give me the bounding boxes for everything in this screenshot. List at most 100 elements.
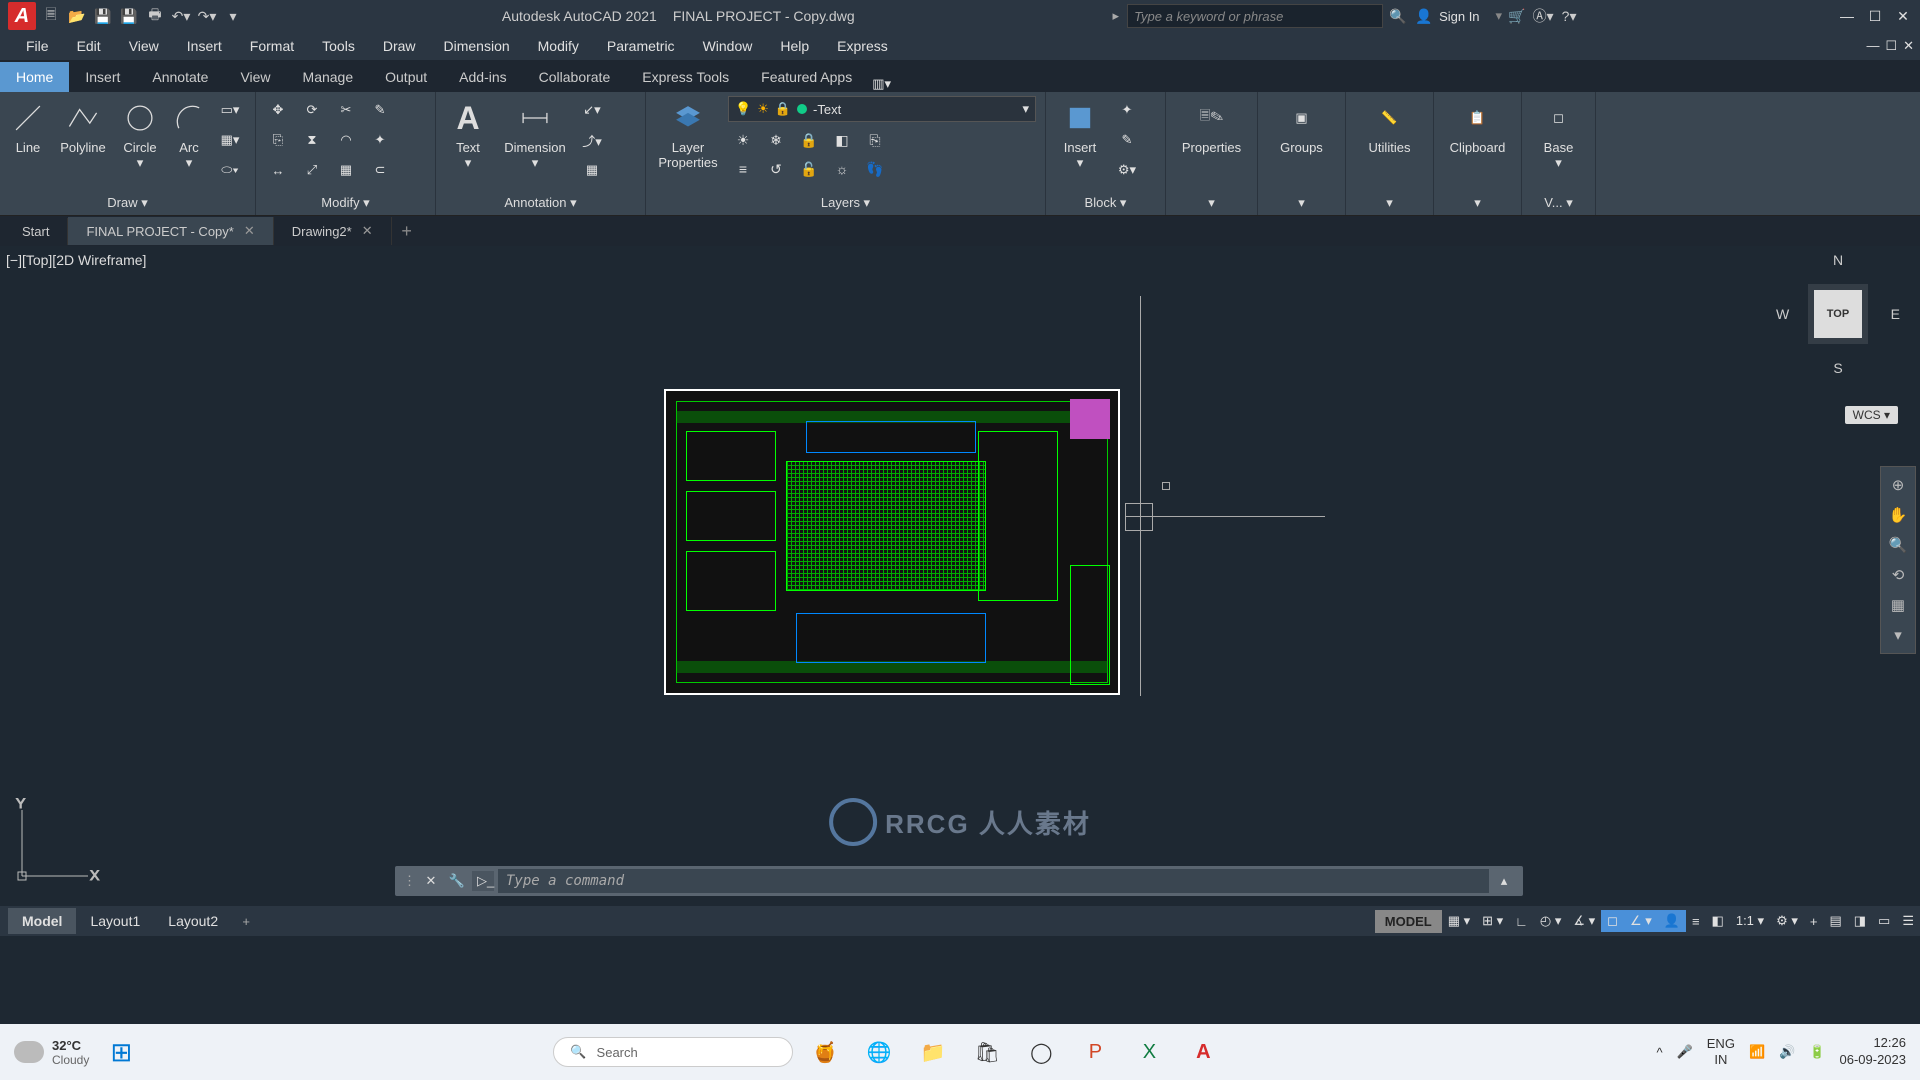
isoplane-icon[interactable]: ∡ ▾	[1567, 910, 1601, 932]
mleader-icon[interactable]: ⤴▾	[576, 126, 608, 154]
tool-properties[interactable]: 🗏✎ Properties	[1181, 96, 1243, 159]
dynamic-input-icon[interactable]: 👤	[1658, 910, 1686, 932]
tool-line[interactable]: Line	[6, 96, 50, 159]
layer-lock-icon[interactable]: 🔒	[794, 127, 824, 153]
explorer-icon[interactable]: 📁	[911, 1030, 955, 1074]
tool-arc[interactable]: Arc▾	[168, 96, 210, 175]
menu-window[interactable]: Window	[689, 34, 767, 58]
powerpoint-icon[interactable]: P	[1073, 1030, 1117, 1074]
panel-block-title[interactable]: Block ▾	[1052, 191, 1159, 215]
mirror-icon[interactable]: ⧗	[296, 126, 328, 154]
tool-layer-properties[interactable]: Layer Properties	[652, 96, 724, 174]
menu-express[interactable]: Express	[823, 34, 902, 58]
table-icon[interactable]: ▦	[576, 156, 608, 184]
app-logo[interactable]: A	[8, 2, 36, 30]
wifi-icon[interactable]: 📶	[1749, 1044, 1765, 1060]
taskbar-search[interactable]: 🔍 Search	[553, 1037, 793, 1067]
layer-thaw-icon[interactable]: ☼	[827, 156, 857, 182]
tab-home[interactable]: Home	[0, 62, 69, 92]
status-model-button[interactable]: MODEL	[1375, 910, 1442, 933]
wcs-label[interactable]: WCS ▾	[1845, 406, 1898, 424]
user-icon[interactable]: 👤	[1413, 5, 1435, 27]
tab-annotate[interactable]: Annotate	[136, 62, 224, 92]
tool-insert-block[interactable]: Insert▾	[1052, 96, 1108, 175]
file-tab-project[interactable]: FINAL PROJECT - Copy*✕	[68, 217, 273, 245]
add-layout-button[interactable]: +	[232, 914, 260, 929]
tray-chevron-icon[interactable]: ^	[1656, 1045, 1662, 1060]
zoom-icon[interactable]: 🔍	[1886, 533, 1910, 557]
panel-clipboard-drop[interactable]: ▾	[1440, 191, 1515, 215]
orbit-icon[interactable]: ⟲	[1886, 563, 1910, 587]
layer-selector[interactable]: 💡 ☀ 🔒 -Text ▾	[728, 96, 1036, 122]
viewcube-face[interactable]: TOP	[1814, 290, 1862, 338]
saveas-icon[interactable]: 💾	[118, 5, 140, 27]
signin-dropdown-icon[interactable]: ▾	[1496, 8, 1503, 24]
panel-modify-title[interactable]: Modify ▾	[262, 191, 429, 215]
qat-menu-icon[interactable]: ▾	[222, 5, 244, 27]
maximize-icon[interactable]: ☐	[1866, 8, 1884, 25]
rotate-icon[interactable]: ⟳	[296, 96, 328, 124]
tool-utilities[interactable]: 📏 Utilities	[1359, 96, 1421, 159]
showmotion-icon[interactable]: ▦	[1886, 593, 1910, 617]
clean-screen-icon[interactable]: ☰	[1896, 910, 1920, 932]
doc-close-icon[interactable]: ✕	[1903, 38, 1914, 54]
cmd-handle-icon[interactable]: ⋮	[403, 873, 416, 889]
layer-off-icon[interactable]: ☀	[728, 127, 758, 153]
tool-groups[interactable]: ▣ Groups	[1271, 96, 1333, 159]
layer-walk-icon[interactable]: 👣	[860, 156, 890, 182]
battery-icon[interactable]: 🔋	[1809, 1044, 1825, 1060]
clock[interactable]: 12:2606-09-2023	[1840, 1035, 1907, 1069]
dell-icon[interactable]: ◯	[1019, 1030, 1063, 1074]
otrack-icon[interactable]: ∠ ▾	[1624, 910, 1658, 932]
trim-icon[interactable]: ✂	[330, 96, 362, 124]
panel-groups-drop[interactable]: ▾	[1264, 191, 1339, 215]
quick-props-icon[interactable]: +	[1804, 911, 1824, 932]
panel-layers-title[interactable]: Layers ▾	[652, 191, 1039, 215]
language-indicator[interactable]: ENGIN	[1707, 1036, 1735, 1067]
pan-icon[interactable]: ✋	[1886, 503, 1910, 527]
file-tab-drawing2[interactable]: Drawing2*✕	[274, 217, 392, 245]
menu-draw[interactable]: Draw	[369, 34, 430, 58]
menu-dimension[interactable]: Dimension	[430, 34, 524, 58]
ortho-icon[interactable]: ∟	[1509, 911, 1534, 932]
layout-tab-2[interactable]: Layout2	[154, 908, 232, 934]
osnap-icon[interactable]: ◻	[1601, 910, 1624, 932]
tab-view[interactable]: View	[224, 62, 286, 92]
help-icon[interactable]: ?▾	[1558, 5, 1580, 27]
menu-insert[interactable]: Insert	[173, 34, 236, 58]
tab-manage[interactable]: Manage	[287, 62, 370, 92]
viewcube-s[interactable]: S	[1833, 360, 1842, 376]
menu-parametric[interactable]: Parametric	[593, 34, 689, 58]
scale-icon[interactable]: ⤢	[296, 156, 328, 184]
viewcube-e[interactable]: E	[1891, 306, 1900, 322]
create-block-icon[interactable]: ✦	[1112, 96, 1142, 124]
fullnav-icon[interactable]: ⊕	[1886, 473, 1910, 497]
tab-insert[interactable]: Insert	[69, 62, 136, 92]
ribbon-extra-icon[interactable]: ▥▾	[872, 76, 891, 92]
layer-match-icon[interactable]: ≡	[728, 156, 758, 182]
cmd-history-icon[interactable]: ▴	[1493, 873, 1515, 889]
close-tab-icon[interactable]: ✕	[362, 223, 373, 239]
layer-iso-icon[interactable]: ◧	[827, 127, 857, 153]
start-button[interactable]: ⊞	[99, 1030, 143, 1074]
search-icon[interactable]: 🔍	[1387, 5, 1409, 27]
undo-icon[interactable]: ↶▾	[170, 5, 192, 27]
edge-icon[interactable]: 🌐	[857, 1030, 901, 1074]
ellipse-icon[interactable]: ⬭▾	[214, 156, 246, 184]
store-icon[interactable]: 🛍	[965, 1030, 1009, 1074]
edit-block-icon[interactable]: ✎	[1112, 126, 1142, 154]
menu-edit[interactable]: Edit	[63, 34, 115, 58]
viewcube[interactable]: N S W E TOP	[1776, 252, 1900, 376]
tab-output[interactable]: Output	[369, 62, 443, 92]
viewcube-w[interactable]: W	[1776, 306, 1789, 322]
new-icon[interactable]: 🗏	[40, 5, 62, 27]
stretch-icon[interactable]: ↔	[262, 156, 294, 184]
tool-text[interactable]: A Text▾	[442, 96, 494, 175]
array-icon[interactable]: ▦	[330, 156, 362, 184]
move-icon[interactable]: ✥	[262, 96, 294, 124]
tab-addins[interactable]: Add-ins	[443, 62, 522, 92]
close-icon[interactable]: ✕	[1894, 8, 1912, 25]
menu-file[interactable]: File	[12, 34, 63, 58]
close-tab-icon[interactable]: ✕	[244, 223, 255, 239]
copy-icon[interactable]: ⎘	[262, 126, 294, 154]
